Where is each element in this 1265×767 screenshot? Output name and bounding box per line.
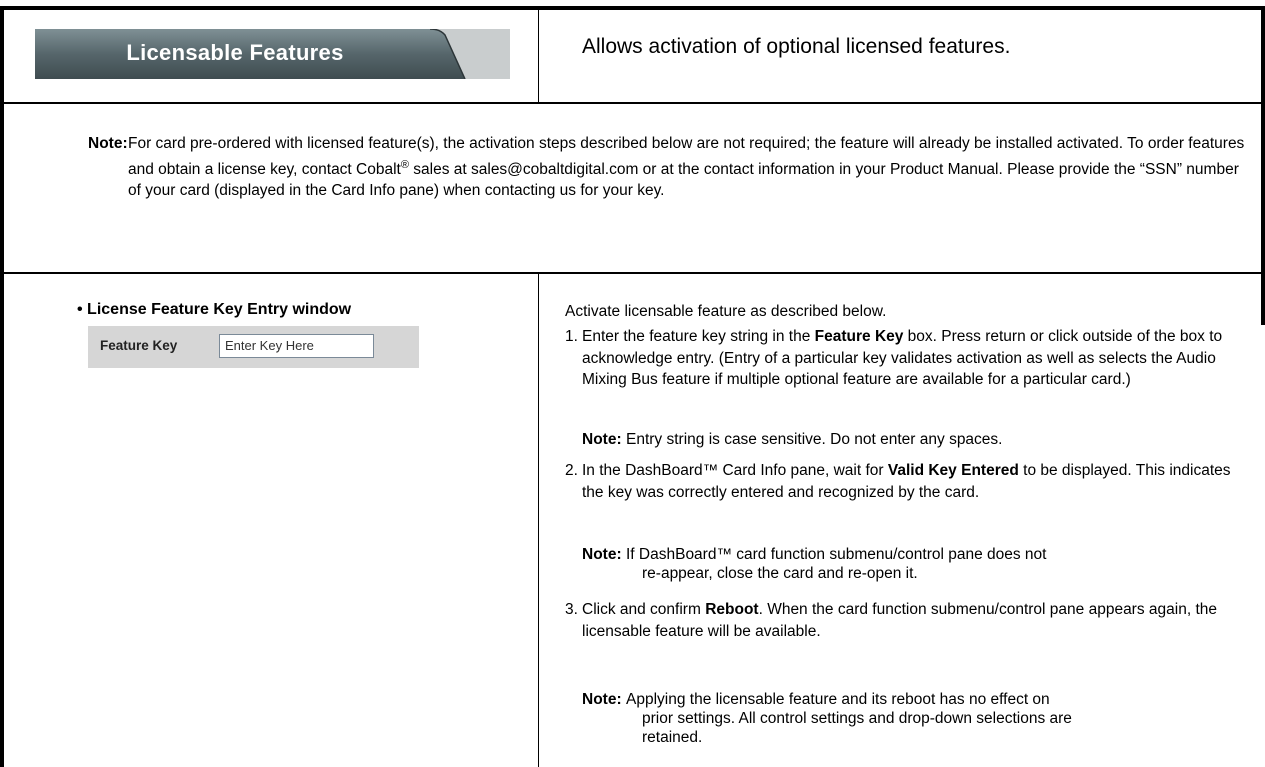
- note-text: For card pre-ordered with licensed featu…: [128, 133, 1248, 202]
- step-2-text: In the DashBoard™ Card Info pane, wait f…: [582, 460, 1252, 503]
- note-row-divider: [0, 272, 1265, 274]
- header-row-divider: [0, 102, 1265, 104]
- feature-key-input[interactable]: Enter Key Here: [219, 334, 374, 358]
- step-2-text-bold: Valid Key Entered: [887, 462, 1019, 479]
- licensable-features-tab: Licensable Features: [35, 29, 510, 79]
- step-3-note-label: Note:: [582, 691, 622, 708]
- tab-label: Licensable Features: [126, 40, 344, 65]
- header-column-divider: [538, 10, 539, 102]
- step-2-note-label: Note:: [582, 546, 622, 563]
- step-1-note-text: Entry string is case sensitive. Do not e…: [626, 431, 1003, 448]
- header-description: Allows activation of optional licensed f…: [582, 35, 1011, 58]
- section-title: • License Feature Key Entry window: [77, 301, 352, 318]
- table-left-border: [0, 6, 4, 767]
- note-label: Note:: [88, 135, 128, 152]
- step-2-note-line1: If DashBoard™ card function submenu/cont…: [626, 546, 1047, 563]
- step-1-text: Enter the feature key string in the Feat…: [582, 326, 1252, 391]
- step-1-note-label: Note:: [582, 431, 622, 448]
- table-top-border: [0, 6, 1265, 10]
- table-right-border: [1261, 6, 1265, 325]
- step-3-note-line1: Applying the licensable feature and its …: [626, 691, 1050, 708]
- step-2-number: 2.: [565, 462, 578, 479]
- step-1-number: 1.: [565, 328, 578, 345]
- step-2-note-text: If DashBoard™ card function submenu/cont…: [626, 545, 1246, 583]
- step-3-number: 3.: [565, 601, 578, 618]
- step-1-text-bold: Feature Key: [814, 328, 904, 345]
- step-3-note-line2: prior settings. All control settings and…: [642, 710, 1072, 727]
- feature-key-label: Feature Key: [100, 338, 178, 353]
- step-3-text: Click and confirm Reboot. When the card …: [582, 599, 1252, 642]
- step-3-text-bold: Reboot: [705, 601, 759, 618]
- step-3-note-text: Applying the licensable feature and its …: [626, 690, 1246, 747]
- step-3-text-a: Click and confirm: [582, 601, 706, 618]
- body-column-divider: [538, 274, 539, 767]
- registered-mark: ®: [400, 158, 409, 171]
- step-2-note-line2: re-appear, close the card and re-open it…: [642, 565, 918, 582]
- feature-key-panel: Feature Key Enter Key Here: [88, 326, 419, 368]
- step-3-note-line3: retained.: [642, 729, 703, 746]
- intro-text: Activate licensable feature as described…: [565, 303, 887, 320]
- step-2-text-a: In the DashBoard™ Card Info pane, wait f…: [582, 462, 888, 479]
- step-1-text-a: Enter the feature key string in the: [582, 328, 815, 345]
